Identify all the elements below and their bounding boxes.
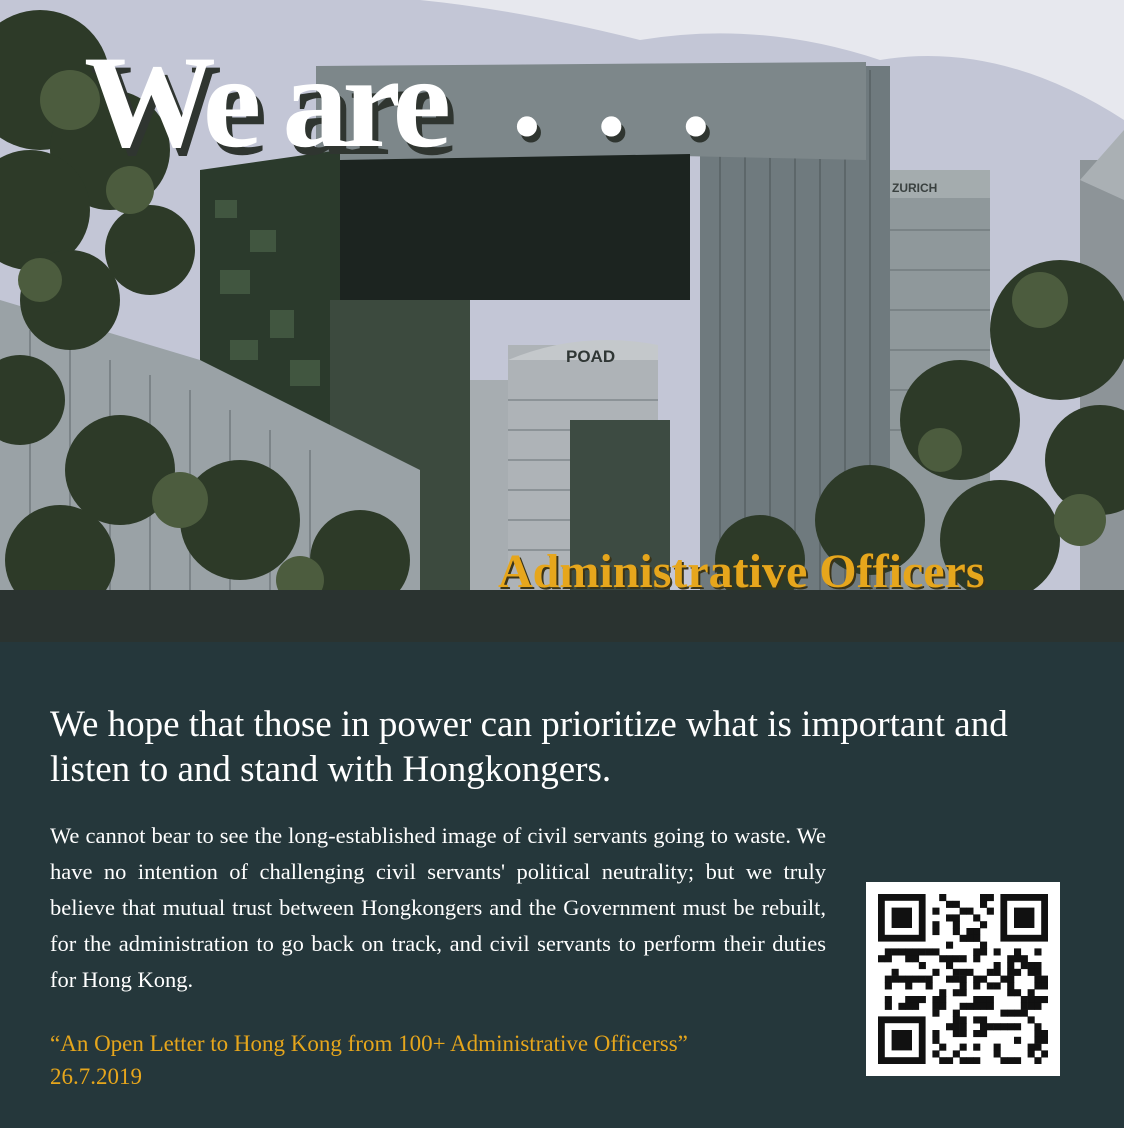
headline: We are xyxy=(84,28,451,175)
source-title: “An Open Letter to Hong Kong from 100+ A… xyxy=(50,1031,688,1056)
source-date: 26.7.2019 xyxy=(50,1064,142,1089)
headline-ellipsis: • • • xyxy=(514,86,729,168)
qr-code-icon xyxy=(878,894,1048,1064)
building-sign: POAD xyxy=(566,347,615,366)
hero-image: ZURICH POAD We are • • • Administrative … xyxy=(0,0,1124,642)
poster: ZURICH POAD We are • • • Administrative … xyxy=(0,0,1124,1128)
lead-statement: We hope that those in power can prioriti… xyxy=(50,704,1008,790)
qr-code[interactable] xyxy=(866,882,1060,1076)
body-paragraph: We cannot bear to see the long-establish… xyxy=(50,823,826,992)
role-title: Administrative Officers xyxy=(498,545,985,598)
zurich-sign: ZURICH xyxy=(892,181,937,195)
